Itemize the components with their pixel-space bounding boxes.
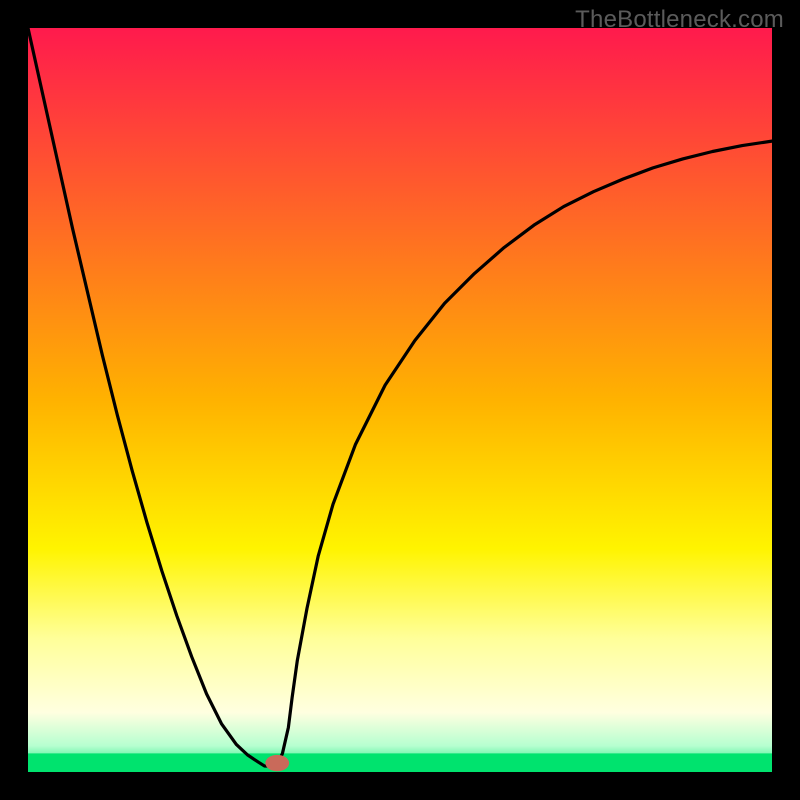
watermark-text: TheBottleneck.com <box>575 6 784 34</box>
gradient-background <box>28 28 772 772</box>
chart-container: TheBottleneck.com <box>0 0 800 800</box>
plot-area <box>28 28 772 772</box>
bottom-band <box>28 753 772 772</box>
chart-svg <box>28 28 772 772</box>
optimal-point-marker <box>265 755 289 771</box>
